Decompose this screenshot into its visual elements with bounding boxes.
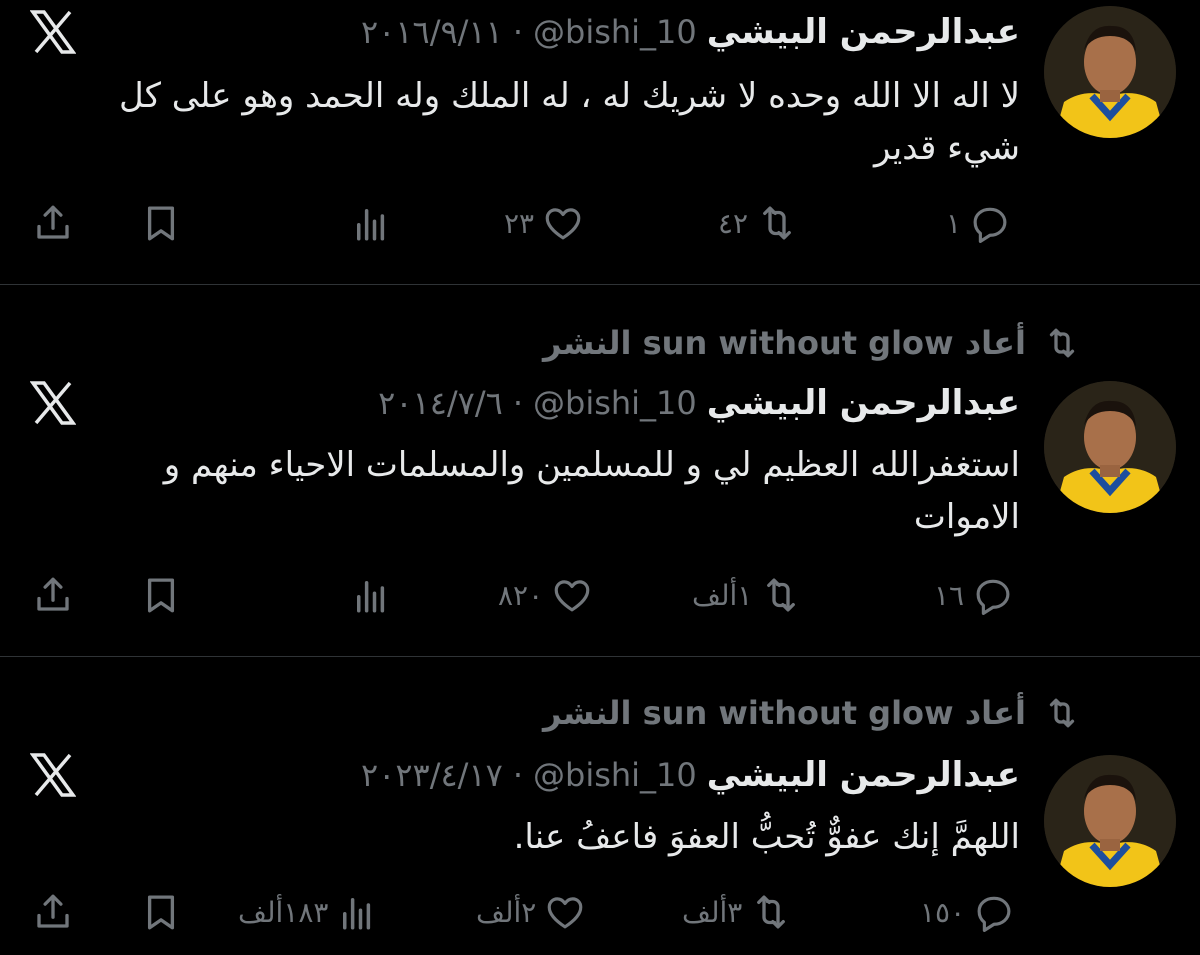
action-bar: ١٦ ١ألف ٨٢٠: [0, 570, 1200, 620]
views-button[interactable]: [350, 198, 392, 248]
tweet-text: اللهمَّ إنك عفوٌّ تُحبُّ العفوَ فاعفُ عن…: [513, 817, 1020, 857]
retweet-count: ١ألف: [692, 578, 753, 612]
action-bar: ١٥٠ ٣ألف ٢ألف ١٨٣ألف: [0, 887, 1200, 937]
like-count: ٨٢٠: [498, 578, 544, 612]
share-icon: [37, 894, 69, 928]
views-button[interactable]: ١٨٣ألف: [238, 887, 378, 937]
retweet-count: ٤٢: [718, 206, 749, 240]
retweet-button[interactable]: ٣ألف: [682, 887, 792, 937]
divider: [0, 656, 1200, 657]
tweet-header: عبدالرحمن البيشي @bishi_10 · ٢٠٢٣/٤/١٧: [361, 753, 1020, 797]
retweet-icon: [1049, 698, 1075, 728]
tweet-date[interactable]: ٢٠٢٣/٤/١٧: [361, 756, 503, 794]
divider: [0, 284, 1200, 285]
like-count: ٢٣: [504, 206, 535, 240]
retweet-icon: [767, 578, 796, 612]
x-logo-icon: [30, 753, 76, 797]
heart-icon: [545, 208, 581, 240]
views-count: ١٨٣ألف: [238, 895, 329, 929]
action-bar: ١ ٤٢ ٢٣: [0, 198, 1200, 248]
tweet-date[interactable]: ٢٠١٤/٧/٦: [378, 384, 503, 422]
heart-icon: [548, 897, 583, 929]
reply-count: ١: [946, 206, 962, 240]
avatar[interactable]: [1044, 755, 1176, 887]
user-handle[interactable]: @bishi_10: [533, 756, 697, 794]
bookmark-button[interactable]: [140, 570, 182, 620]
retweet-context-label: أعاد sun without glow النشر: [542, 694, 1026, 732]
separator-dot: ·: [512, 756, 523, 794]
reply-icon: [976, 579, 1010, 615]
heart-icon: [554, 580, 590, 612]
retweet-context-label: أعاد sun without glow النشر: [542, 324, 1026, 362]
share-button[interactable]: [32, 570, 74, 620]
reply-count: ١٥٠: [920, 895, 966, 929]
display-name[interactable]: عبدالرحمن البيشي: [707, 12, 1020, 52]
share-icon: [37, 577, 69, 611]
user-handle[interactable]: @bishi_10: [533, 13, 697, 51]
tweet-date[interactable]: ٢٠١٦/٩/١١: [361, 13, 503, 51]
bookmark-icon: [147, 206, 175, 241]
separator-dot: ·: [512, 384, 523, 422]
retweet-icon: [757, 895, 786, 929]
display-name[interactable]: عبدالرحمن البيشي: [707, 383, 1020, 423]
views-button[interactable]: [350, 570, 392, 620]
avatar[interactable]: [1044, 381, 1176, 513]
tweet-header: عبدالرحمن البيشي @bishi_10 · ٢٠١٤/٧/٦: [378, 381, 1020, 425]
retweet-icon: [1049, 328, 1075, 358]
reply-icon: [977, 896, 1011, 932]
tweet-header: عبدالرحمن البيشي @bishi_10 · ٢٠١٦/٩/١١: [361, 10, 1020, 54]
like-count: ٢ألف: [476, 895, 537, 929]
bookmark-icon: [147, 895, 175, 930]
bookmark-button[interactable]: [140, 887, 182, 937]
analytics-icon: [357, 581, 385, 613]
share-button[interactable]: [32, 198, 74, 248]
tweet-text: استغفرالله العظيم لي و للمسلمين والمسلما…: [163, 445, 1020, 537]
display-name[interactable]: عبدالرحمن البيشي: [707, 755, 1020, 795]
retweet-icon: [763, 206, 791, 240]
separator-dot: ·: [512, 13, 523, 51]
retweet-count: ٣ألف: [682, 895, 743, 929]
reply-icon: [973, 207, 1007, 243]
like-button[interactable]: ٢٣: [504, 198, 584, 248]
share-button[interactable]: [32, 887, 74, 937]
reply-button[interactable]: ١٥٠: [920, 887, 1015, 937]
reply-count: ١٦: [934, 578, 965, 612]
user-handle[interactable]: @bishi_10: [533, 384, 697, 422]
analytics-icon: [343, 898, 371, 930]
retweet-button[interactable]: ١ألف: [692, 570, 802, 620]
like-button[interactable]: ٢ألف: [476, 887, 586, 937]
tweet-text: لا اله الا الله وحده لا شريك له ، له الم…: [118, 76, 1020, 168]
x-logo-icon: [30, 10, 76, 54]
bookmark-button[interactable]: [140, 198, 182, 248]
share-icon: [37, 205, 69, 239]
retweet-button[interactable]: ٤٢: [718, 198, 798, 248]
analytics-icon: [357, 209, 385, 241]
bookmark-icon: [147, 578, 175, 613]
reply-button[interactable]: ١: [946, 198, 1011, 248]
x-logo-icon: [30, 381, 76, 425]
retweet-context[interactable]: أعاد sun without glow النشر: [543, 321, 1084, 365]
like-button[interactable]: ٨٢٠: [498, 570, 593, 620]
retweet-context[interactable]: أعاد sun without glow النشر: [543, 691, 1084, 735]
avatar[interactable]: [1044, 6, 1176, 138]
reply-button[interactable]: ١٦: [934, 570, 1014, 620]
